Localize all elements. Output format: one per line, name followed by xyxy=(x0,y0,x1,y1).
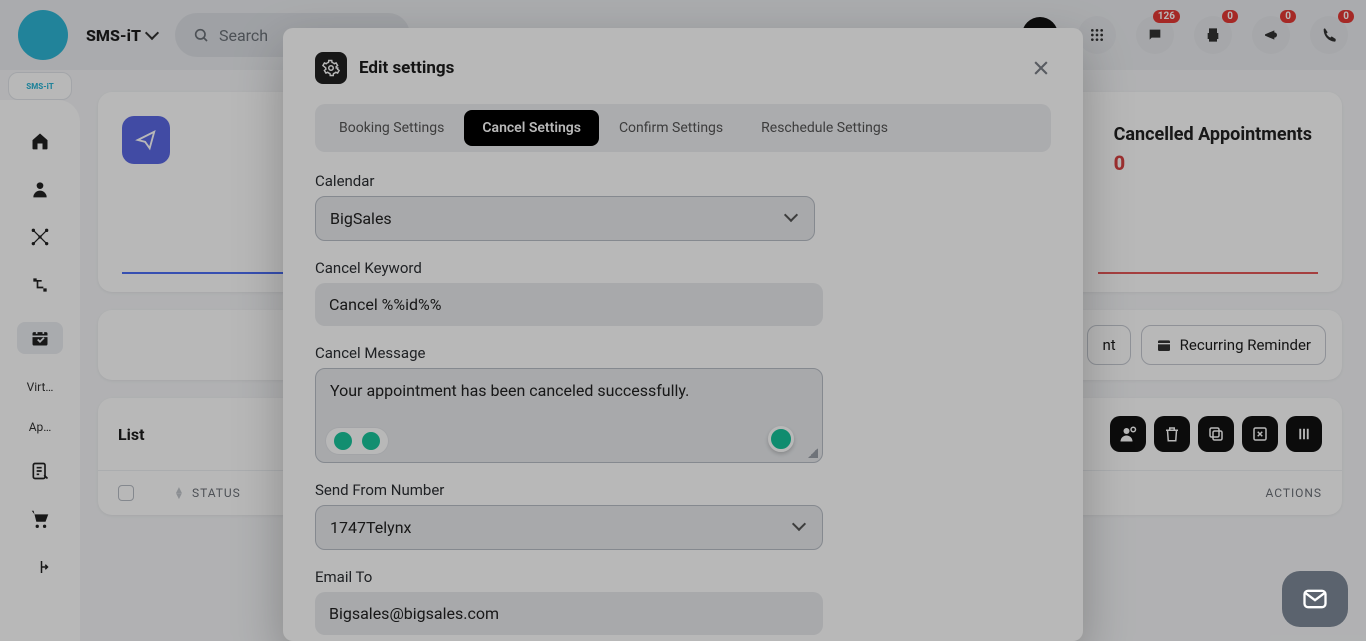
mail-icon xyxy=(1301,585,1329,613)
support-chat-fab[interactable] xyxy=(1282,571,1348,627)
modal-overlay[interactable] xyxy=(0,0,1366,641)
